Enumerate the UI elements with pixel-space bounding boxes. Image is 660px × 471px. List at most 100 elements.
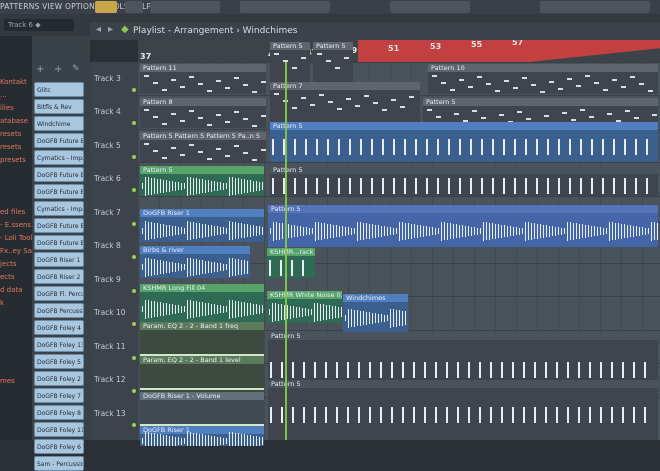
channel-button[interactable]: DoGFB Foley 7	[34, 388, 84, 403]
channel-button[interactable]: Glitc	[34, 82, 84, 97]
clip[interactable]: Pattern 5	[140, 166, 264, 196]
clip[interactable]: KSHMR White Noise 02	[267, 291, 342, 323]
browser-item[interactable]: atabase	[0, 117, 28, 125]
channel-button[interactable]: DoGFB Percussion 2	[34, 303, 84, 318]
clip[interactable]: Pattern 10	[428, 64, 658, 94]
track-led[interactable]	[132, 289, 136, 293]
channel-button[interactable]: DoGFB Fl. Percussion 2	[34, 286, 84, 301]
arrow-left-icon[interactable]: ◂	[96, 24, 101, 35]
channel-button[interactable]: DoGFB Foley 6	[34, 439, 84, 454]
track-led[interactable]	[132, 322, 136, 326]
track-label[interactable]: Track 10	[94, 308, 126, 317]
browser-item[interactable]: ed files	[0, 208, 25, 216]
note-mark	[391, 99, 396, 101]
track-label[interactable]: Track 13	[94, 409, 126, 418]
clip[interactable]: KSHMR Long Fill 04	[140, 284, 264, 324]
track-led[interactable]	[132, 222, 136, 226]
song-position[interactable]	[150, 1, 220, 13]
plus-icon[interactable]: +	[36, 64, 44, 75]
record-button[interactable]	[95, 1, 117, 13]
browser-item[interactable]: jects	[0, 260, 17, 268]
ruler-loop-region[interactable]	[358, 40, 660, 62]
browser-item[interactable]: ilies	[0, 104, 14, 112]
track-label[interactable]: Track 6	[94, 174, 121, 183]
wave-mark	[351, 309, 352, 327]
track-label[interactable]: Track 5	[94, 141, 121, 150]
browser-item[interactable]: mes	[0, 377, 15, 385]
track-led[interactable]	[132, 88, 136, 92]
edit-icon[interactable]: ✎	[72, 64, 80, 74]
wave-mark	[181, 263, 182, 271]
clip[interactable]: DoGFB Riser 1	[140, 426, 264, 446]
channel-button[interactable]: DoGFB Foley 2	[34, 371, 84, 386]
track-label[interactable]: Track 9	[94, 275, 121, 284]
channel-button[interactable]: Cymatics - Impact 6	[34, 150, 84, 165]
channel-button[interactable]: DoGFB Future Bass Kt..	[34, 133, 84, 148]
playlist-grid[interactable]: Pattern 11 Pattern 5 Pattern 5 Pattern 10 Pa…	[138, 42, 660, 446]
track-label[interactable]: Track 3	[94, 74, 121, 83]
channel-button[interactable]: DoGFB Foley 5	[34, 354, 84, 369]
channel-button[interactable]: DoGFB Riser 1	[34, 252, 84, 267]
clip[interactable]: Pattern 5	[268, 205, 658, 247]
wave-mark	[405, 311, 406, 325]
browser-item[interactable]: resets	[0, 130, 21, 138]
channel-button[interactable]: Windchime	[34, 116, 84, 131]
browser-item[interactable]: d data	[0, 286, 22, 294]
channel-button[interactable]: Sam - Percussion	[34, 456, 84, 471]
bar-number: 51	[388, 44, 400, 53]
browser-item[interactable]: k	[0, 299, 4, 307]
clip[interactable]: Windchimes	[343, 294, 408, 332]
wave-mark	[321, 222, 322, 240]
clip[interactable]: Pattern 5	[268, 380, 658, 440]
track-led[interactable]	[132, 155, 136, 159]
browser-item[interactable]: resets	[0, 143, 21, 151]
track-led[interactable]	[132, 356, 136, 360]
wave-mark	[302, 307, 303, 317]
track-led[interactable]	[132, 389, 136, 393]
toolbar-button[interactable]	[125, 1, 143, 13]
track-led[interactable]	[132, 121, 136, 125]
browser-item[interactable]: Kontakt	[0, 78, 27, 86]
clip[interactable]: Birbs & river	[140, 246, 250, 278]
channel-button[interactable]: Bitfls & Rev	[34, 99, 84, 114]
clip[interactable]: Param. EQ 2 - 2 - Band 1 freq	[140, 322, 264, 358]
channel-button[interactable]: DoGFB Foley 11	[34, 422, 84, 437]
track-label[interactable]: Track 11	[94, 342, 126, 351]
tempo-display[interactable]	[240, 1, 330, 13]
arrow-right-icon[interactable]: ▸	[108, 24, 113, 35]
browser-item[interactable]: presets	[0, 156, 26, 164]
clip[interactable]: Pattern 5	[270, 166, 658, 196]
channel-button[interactable]: DoGFB Future Bass Kt..	[34, 167, 84, 182]
track-led[interactable]	[132, 188, 136, 192]
clip[interactable]: Pattern 11	[140, 64, 266, 94]
add-icon[interactable]: +	[54, 64, 62, 75]
channel-button[interactable]: DoGFB Foley 8	[34, 405, 84, 420]
clip[interactable]: DoGFB Riser 1	[140, 209, 264, 242]
track-led[interactable]	[132, 255, 136, 259]
channel-button[interactable]: DoGFB Foley 4	[34, 320, 84, 335]
timeline-ruler[interactable]: 3745474951535557	[138, 40, 660, 62]
clip[interactable]: KSHMR...rack	[267, 248, 315, 278]
track-label[interactable]: Track 12	[94, 375, 126, 384]
wave-mark	[448, 139, 450, 155]
channel-button[interactable]: Cymatics - Impact 6	[34, 201, 84, 216]
track-led[interactable]	[132, 423, 136, 427]
clip[interactable]: Pattern 5	[270, 122, 658, 162]
track-label[interactable]: Track 8	[94, 241, 121, 250]
wave-mark	[519, 227, 520, 235]
channel-button[interactable]: DoGFB Riser 2	[34, 269, 84, 284]
clip[interactable]: Pattern 8	[140, 98, 266, 128]
channel-button[interactable]: DoGFB Foley 13	[34, 337, 84, 352]
track-label[interactable]: Track 7	[94, 208, 121, 217]
channel-button[interactable]: DoGFB Future Bass Kt..	[34, 184, 84, 199]
note-mark	[301, 97, 306, 99]
playhead[interactable]	[285, 62, 287, 440]
clip[interactable]: Pattern 5 Pattern 5 Pattern 5 Pa..n 5	[140, 132, 266, 162]
channel-button[interactable]: DoGFB Future Bass Kt..	[34, 218, 84, 233]
clip[interactable]: DoGFB Riser 1 - Volume	[140, 392, 264, 428]
browser-item[interactable]: ects	[0, 273, 15, 281]
clip[interactable]: Param. EQ 2 - 2 - Band 1 level	[140, 356, 264, 392]
browser-item[interactable]: ...	[0, 91, 7, 99]
track-label[interactable]: Track 4	[94, 107, 121, 116]
channel-button[interactable]: DoGFB Future Bass Kt..	[34, 235, 84, 250]
